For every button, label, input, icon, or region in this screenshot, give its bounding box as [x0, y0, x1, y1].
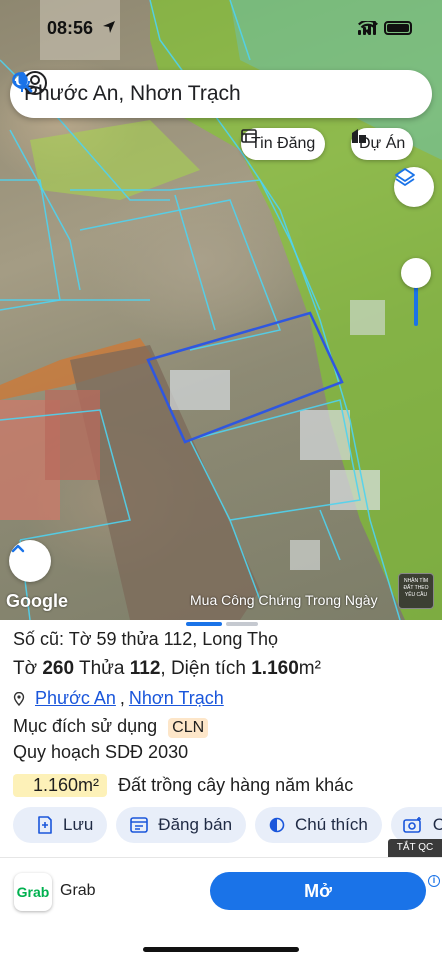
- ad-info-icon[interactable]: i: [428, 875, 440, 887]
- sheet-label: Tờ: [13, 658, 38, 679]
- photo-button[interactable]: C: [390, 807, 442, 843]
- open-app-button[interactable]: Mở: [210, 872, 426, 910]
- status-icons: [358, 21, 412, 35]
- location-line: Phước An, Nhơn Trạch: [13, 688, 224, 709]
- old-parcel-info: Số cũ: Tờ 59 thửa 112, Long Thọ: [13, 629, 279, 649]
- chevron-up-icon: [11, 544, 25, 553]
- search-bar[interactable]: Phước An, Nhơn Trạch: [10, 70, 432, 118]
- listings-chip[interactable]: Tin Đăng: [241, 128, 326, 160]
- wifi-icon: [358, 21, 378, 34]
- building-icon: [352, 129, 366, 143]
- clock: 08:56: [47, 18, 94, 38]
- promo-thumbnail[interactable]: NHẬN TÌM ĐẤT THEO YÊU CẦU: [398, 573, 434, 609]
- location-pin-icon: [13, 691, 25, 706]
- google-logo: Google: [6, 591, 68, 611]
- advertiser-name: Grab: [60, 882, 96, 899]
- location-arrow-icon: [103, 21, 115, 33]
- expand-button[interactable]: [9, 540, 51, 582]
- ad-banner: Grab Grab Mở i: [0, 857, 442, 960]
- layers-button[interactable]: [394, 167, 434, 207]
- district-link[interactable]: Nhơn Trạch: [129, 688, 224, 709]
- camera-icon: [402, 817, 421, 833]
- legend-button-label: Chú thích: [295, 815, 368, 834]
- contrast-icon: [269, 817, 285, 833]
- battery-icon: [384, 21, 412, 35]
- sheet-handle[interactable]: [186, 622, 258, 626]
- land-use-label: Mục đích sử dụng: [13, 716, 158, 736]
- ward-link[interactable]: Phước An: [35, 688, 116, 709]
- post-for-sale-button[interactable]: Đăng bán: [116, 807, 247, 843]
- home-indicator[interactable]: [143, 947, 299, 952]
- close-ad-button[interactable]: TẮT QC: [388, 839, 442, 857]
- layers-icon: [395, 168, 415, 186]
- save-button[interactable]: Lưu: [13, 807, 108, 843]
- plan-label: Quy hoạch SDĐ 2030: [13, 742, 189, 762]
- parcel-label: Thửa: [79, 658, 125, 679]
- plan-description: Đất trồng cây hàng năm khác: [118, 775, 354, 795]
- satellite-map[interactable]: 08:56 Phước An, Nhơn Trạch Tin Đăng Dự Á…: [0, 0, 442, 620]
- map-ad-caption[interactable]: Mua Công Chứng Trong Ngày: [190, 592, 378, 608]
- area-value: 1.160: [251, 658, 299, 679]
- legend-button[interactable]: Chú thích: [255, 807, 382, 843]
- parcel-number: 112: [129, 658, 161, 679]
- search-input[interactable]: Phước An, Nhơn Trạch: [24, 82, 432, 106]
- save-button-label: Lưu: [63, 815, 94, 834]
- parcel-summary: Tờ 260 Thửa 112, Diện tích 1.160m²: [13, 658, 321, 680]
- sheet-number: 260: [42, 658, 75, 679]
- listings-icon: [241, 129, 257, 143]
- save-icon: [38, 816, 52, 834]
- projects-chip[interactable]: Dự Án: [351, 128, 414, 160]
- photo-button-label: C: [432, 815, 442, 834]
- area-unit: m²: [298, 658, 321, 679]
- action-row: Lưu Đăng bán Chú thích C: [13, 807, 442, 843]
- post-for-sale-label: Đăng bán: [158, 815, 233, 834]
- land-use-badge: CLN: [168, 718, 209, 738]
- location-separator: ,: [119, 688, 125, 708]
- area-label: , Diện tích: [160, 658, 246, 679]
- plan-area-badge: 1.160m²: [13, 774, 108, 797]
- plan-row: 1.160m² Đất trồng cây hàng năm khác: [13, 774, 353, 797]
- opacity-slider-handle[interactable]: [401, 258, 431, 288]
- listing-icon: [130, 817, 149, 833]
- listings-chip-label: Tin Đăng: [251, 135, 316, 152]
- status-bar: 08:56: [0, 0, 442, 60]
- advertiser-logo[interactable]: Grab: [14, 873, 52, 911]
- microphone-icon[interactable]: [10, 70, 34, 94]
- land-use-line: Mục đích sử dụng CLN: [13, 716, 209, 738]
